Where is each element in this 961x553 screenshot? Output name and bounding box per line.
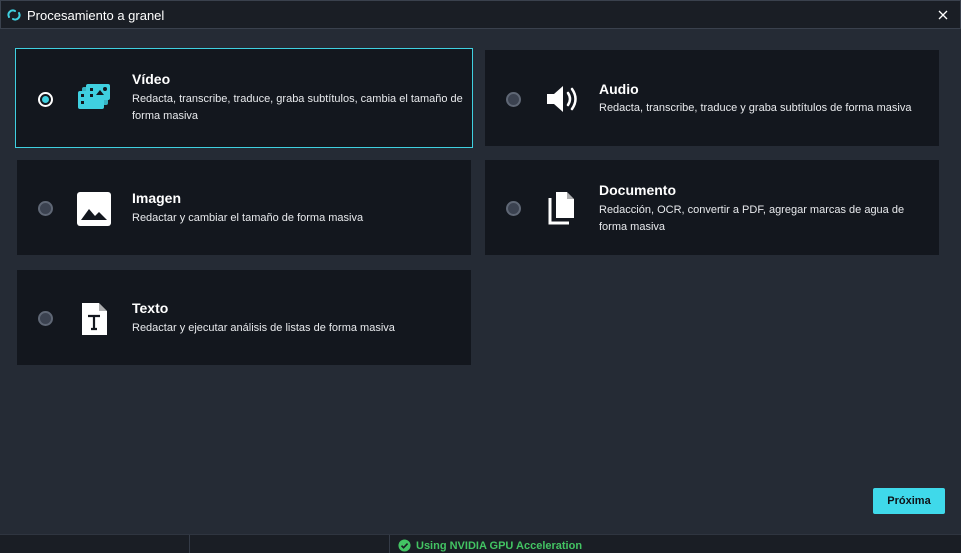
option-radio-text[interactable] [38, 311, 53, 326]
title-bar: Procesamiento a granel [0, 0, 961, 29]
option-card-video[interactable]: Vídeo Redacta, transcribe, traduce, grab… [15, 48, 473, 148]
next-button[interactable]: Próxima [873, 488, 945, 514]
text-file-icon [76, 301, 112, 337]
app-logo-icon [7, 9, 21, 21]
option-radio-video[interactable] [38, 92, 53, 107]
close-icon [938, 10, 948, 20]
option-title-text: Texto [132, 300, 169, 316]
documents-icon [544, 190, 580, 226]
option-desc-document: Redacción, OCR, convertir a PDF, agregar… [599, 204, 905, 233]
option-desc-image: Redactar y cambiar el tamaño de forma ma… [132, 212, 364, 224]
option-desc-audio: Redacta, transcribe, traduce y graba sub… [599, 102, 912, 114]
check-circle-icon [398, 539, 411, 552]
option-card-image[interactable]: Imagen Redactar y cambiar el tamaño de f… [17, 160, 471, 255]
option-radio-document[interactable] [506, 201, 521, 216]
video-batch-icon [76, 79, 112, 115]
option-desc-video: Redacta, transcribe, traduce, graba subt… [132, 93, 463, 122]
gpu-status-text: Using NVIDIA GPU Acceleration [416, 540, 583, 552]
status-separator [189, 535, 190, 553]
option-card-audio[interactable]: Audio Redacta, transcribe, traduce y gra… [485, 50, 939, 146]
window-title: Procesamiento a granel [27, 8, 165, 23]
option-radio-audio[interactable] [506, 92, 521, 107]
close-button[interactable] [934, 6, 952, 24]
speaker-icon [544, 81, 580, 117]
option-title-image: Imagen [132, 190, 182, 206]
option-desc-text: Redactar y ejecutar análisis de listas d… [132, 322, 395, 334]
status-separator [389, 535, 390, 553]
image-icon [76, 191, 112, 227]
option-radio-image[interactable] [38, 201, 53, 216]
option-title-audio: Audio [599, 81, 639, 97]
option-card-document[interactable]: Documento Redacción, OCR, convertir a PD… [485, 160, 939, 255]
option-title-video: Vídeo [132, 71, 171, 87]
option-card-text[interactable]: Texto Redactar y ejecutar análisis de li… [17, 270, 471, 365]
option-title-document: Documento [599, 182, 676, 198]
status-bar: Using NVIDIA GPU Acceleration [0, 534, 961, 553]
